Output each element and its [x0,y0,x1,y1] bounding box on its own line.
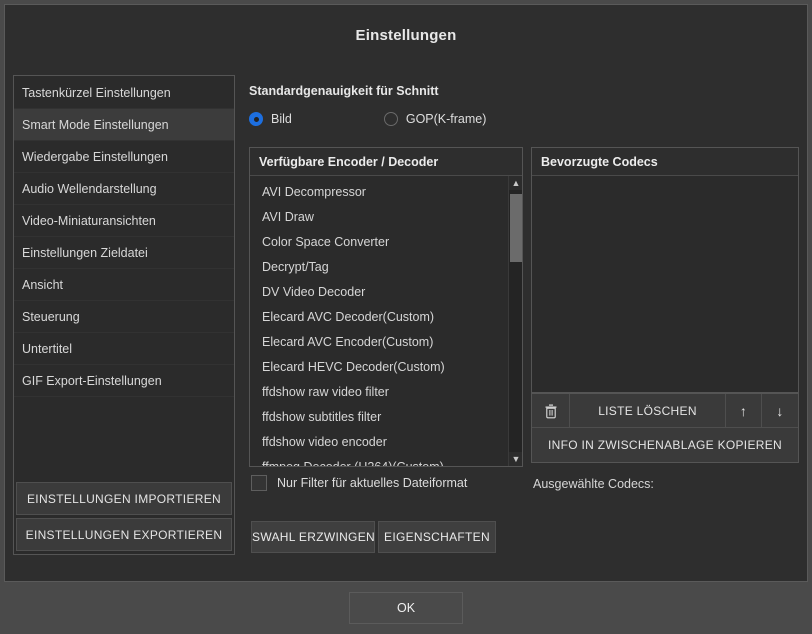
export-settings-button[interactable]: EINSTELLUNGEN EXPORTIEREN [16,518,232,551]
sidebar-item-video-miniaturansichten[interactable]: Video-Miniaturansichten [14,205,234,237]
arrow-up-icon: ↑ [739,402,748,419]
page-title: Einstellungen [355,26,457,44]
sidebar-footer: EINSTELLUNGEN IMPORTIEREN EINSTELLUNGEN … [14,482,234,554]
copy-info-label: INFO IN ZWISCHENABLAGE KOPIEREN [547,437,782,452]
sidebar-item-label: Untertitel [22,341,73,356]
sidebar-item-ansicht[interactable]: Ansicht [14,269,234,301]
sidebar-item-untertitel[interactable]: Untertitel [14,333,234,365]
sidebar-item-wiedergabe[interactable]: Wiedergabe Einstellungen [14,141,234,173]
sidebar-item-audio-wellendarstellung[interactable]: Audio Wellendarstellung [14,173,234,205]
current-format-filter-label: Nur Filter für aktuelles Dateiformat [277,476,468,490]
radio-selected-icon[interactable] [249,112,263,126]
available-codecs-list: AVI Decompressor AVI Draw Color Space Co… [250,176,522,466]
sidebar-item-label: Einstellungen Zieldatei [22,245,148,260]
move-up-button[interactable]: ↑ [726,394,762,427]
list-item[interactable]: AVI Decompressor [250,180,522,205]
list-item[interactable]: ffdshow raw video filter [250,380,522,405]
sidebar-item-label: GIF Export-Einstellungen [22,373,162,388]
sidebar: Tastenkürzel Einstellungen Smart Mode Ei… [13,75,235,555]
ok-button-label: OK [396,601,416,615]
available-codecs-panel: Verfügbare Encoder / Decoder AVI Decompr… [249,147,523,467]
current-format-filter-checkbox-row[interactable]: Nur Filter für aktuelles Dateiformat [251,475,467,491]
sidebar-item-smart-mode[interactable]: Smart Mode Einstellungen [14,109,234,141]
sidebar-item-gif-export[interactable]: GIF Export-Einstellungen [14,365,234,397]
list-item[interactable]: ffmpeg Decoder (H264)(Custom) [250,455,522,466]
sidebar-item-label: Ansicht [22,277,63,292]
available-codecs-header: Verfügbare Encoder / Decoder [250,148,522,176]
sidebar-item-label: Tastenkürzel Einstellungen [22,85,171,100]
list-item[interactable]: Elecard AVC Decoder(Custom) [250,305,522,330]
ok-button[interactable]: OK [349,592,463,624]
preferred-codecs-body[interactable] [532,176,798,392]
preferred-toolbar-row: LISTE LÖSCHEN ↑ ↓ [532,394,798,428]
clear-list-button[interactable]: LISTE LÖSCHEN [570,394,726,427]
sidebar-item-steuerung[interactable]: Steuerung [14,301,234,333]
export-settings-label: EINSTELLUNGEN EXPORTIEREN [25,527,223,542]
move-down-button[interactable]: ↓ [762,394,798,427]
sidebar-item-label: Wiedergabe Einstellungen [22,149,168,164]
precision-section: Standardgenauigkeit für Schnitt Bild GOP… [249,75,799,129]
clear-list-label: LISTE LÖSCHEN [598,403,697,418]
dialog-footer: OK [0,582,812,634]
preferred-codecs-header: Bevorzugte Codecs [532,148,798,176]
sidebar-item-zieldatei[interactable]: Einstellungen Zieldatei [14,237,234,269]
precision-label: Standardgenauigkeit für Schnitt [249,84,439,98]
codec-action-buttons: USWAHL ERZWINGEN EIGENSCHAFTEN [251,521,496,553]
properties-label: EIGENSCHAFTEN [384,530,490,544]
radio-unselected-icon[interactable] [383,112,398,126]
sidebar-list: Tastenkürzel Einstellungen Smart Mode Ei… [14,76,234,482]
sidebar-item-tastenkuerzel[interactable]: Tastenkürzel Einstellungen [14,77,234,109]
precision-radio-group: Bild GOP(K-frame) [249,109,799,129]
list-item[interactable]: DV Video Decoder [250,280,522,305]
chevron-down-icon[interactable]: ▼ [509,452,522,466]
sidebar-item-label: Audio Wellendarstellung [22,181,157,196]
preferred-codecs-panel: Bevorzugte Codecs [531,147,799,393]
list-item[interactable]: Color Space Converter [250,230,522,255]
list-item[interactable]: ffdshow video encoder [250,430,522,455]
trash-icon [545,404,556,418]
sidebar-item-label: Video-Miniaturansichten [22,213,156,228]
list-item[interactable]: AVI Draw [250,205,522,230]
radio-option-label: Bild [271,112,292,126]
selected-codecs-label: Ausgewählte Codecs: [533,477,654,491]
available-codecs-body: AVI Decompressor AVI Draw Color Space Co… [250,176,522,466]
list-item[interactable]: ffdshow subtitles filter [250,405,522,430]
list-item[interactable]: Elecard AVC Encoder(Custom) [250,330,522,355]
radio-option-gop[interactable]: GOP(K-frame) [383,112,487,126]
radio-option-label: GOP(K-frame) [405,112,487,126]
sidebar-item-label: Steuerung [22,309,80,324]
available-codecs-scrollbar[interactable]: ▲ ▼ [508,176,522,466]
title-bar: Einstellungen [5,5,807,65]
radio-option-bild[interactable]: Bild [249,112,292,126]
current-format-filter-checkbox[interactable] [251,475,267,491]
copy-info-button[interactable]: INFO IN ZWISCHENABLAGE KOPIEREN [532,428,798,461]
sidebar-item-label: Smart Mode Einstellungen [22,117,169,132]
preferred-codecs-toolbar: LISTE LÖSCHEN ↑ ↓ INFO IN ZWISCHENABLAGE… [531,393,799,463]
force-selection-label: USWAHL ERZWINGEN [251,530,375,544]
settings-dialog: Einstellungen Tastenkürzel Einstellungen… [0,0,812,634]
delete-codec-button[interactable] [532,394,570,427]
list-item[interactable]: Decrypt/Tag [250,255,522,280]
chevron-up-icon[interactable]: ▲ [509,176,522,190]
scrollbar-thumb[interactable] [510,194,522,262]
import-settings-button[interactable]: EINSTELLUNGEN IMPORTIEREN [16,482,232,515]
import-settings-label: EINSTELLUNGEN IMPORTIEREN [27,491,221,506]
force-selection-button[interactable]: USWAHL ERZWINGEN [251,521,375,553]
dialog-body: Einstellungen Tastenkürzel Einstellungen… [4,4,808,582]
arrow-down-icon: ↓ [776,402,784,419]
list-item[interactable]: Elecard HEVC Decoder(Custom) [250,355,522,380]
properties-button[interactable]: EIGENSCHAFTEN [378,521,496,553]
